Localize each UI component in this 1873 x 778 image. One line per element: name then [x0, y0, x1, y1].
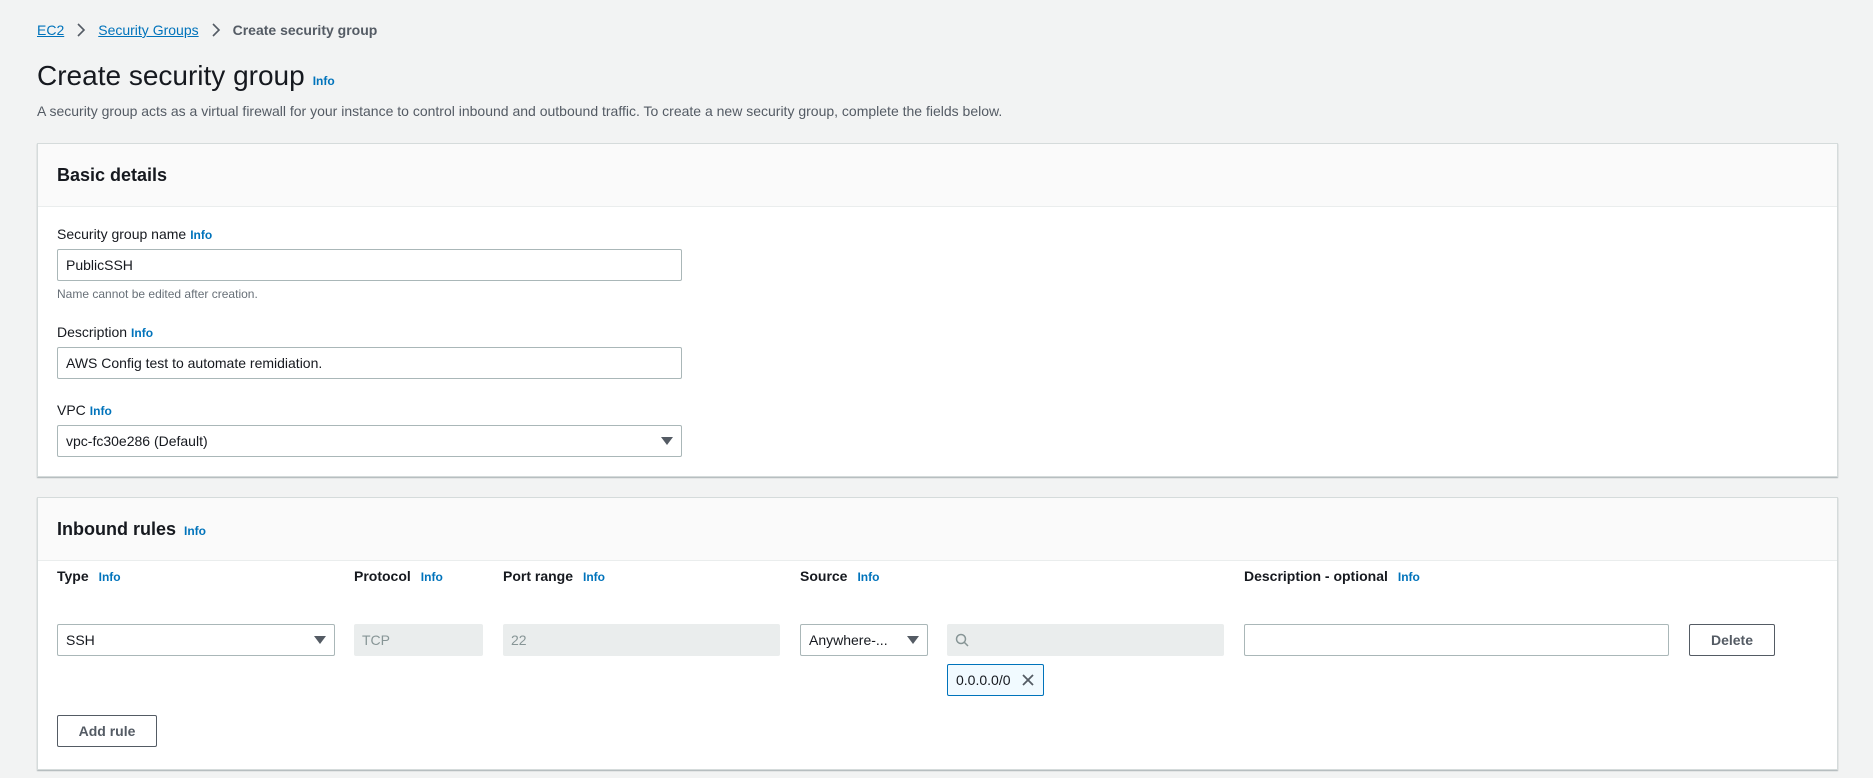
- page-description: A security group acts as a virtual firew…: [37, 103, 1003, 119]
- security-group-name-info-link[interactable]: Info: [190, 228, 212, 242]
- cidr-search-input[interactable]: [947, 624, 1224, 656]
- breadcrumb-ec2[interactable]: EC2: [37, 22, 64, 38]
- breadcrumb-security-groups[interactable]: Security Groups: [98, 22, 198, 38]
- column-header-description: Description - optional Info: [1244, 568, 1420, 584]
- vpc-label: VPC Info: [57, 402, 112, 418]
- column-header-type: Type Info: [57, 568, 121, 584]
- cidr-token: 0.0.0.0/0: [947, 664, 1044, 696]
- inbound-rules-info-link[interactable]: Info: [184, 524, 206, 538]
- basic-details-header: Basic details: [38, 144, 1837, 207]
- vpc-info-link[interactable]: Info: [90, 404, 112, 418]
- column-header-port-range: Port range Info: [503, 568, 605, 584]
- description-label-text: Description: [57, 324, 128, 340]
- column-header-protocol: Protocol Info: [354, 568, 443, 584]
- basic-details-heading: Basic details: [57, 164, 168, 185]
- rule-port-range-input: 22: [503, 624, 780, 656]
- security-group-name-label-text: Security group name: [57, 226, 187, 242]
- rule-source-value: Anywhere-...: [809, 632, 888, 648]
- cidr-token-value: 0.0.0.0/0: [956, 672, 1011, 688]
- security-group-name-label: Security group name Info: [57, 226, 212, 242]
- rule-port-range-value: 22: [511, 632, 527, 648]
- type-info-link[interactable]: Info: [99, 570, 121, 584]
- column-header-protocol-text: Protocol: [354, 568, 411, 584]
- vpc-select[interactable]: vpc-fc30e286 (Default): [57, 425, 682, 457]
- rule-description-input[interactable]: [1244, 624, 1669, 656]
- page: EC2 Security Groups Create security grou…: [0, 0, 1873, 778]
- rule-description-info-link[interactable]: Info: [1398, 570, 1420, 584]
- column-header-source: Source Info: [800, 568, 879, 584]
- chevron-right-icon: [211, 23, 221, 37]
- delete-rule-button[interactable]: Delete: [1689, 624, 1775, 656]
- security-group-name-hint: Name cannot be edited after creation.: [57, 287, 258, 301]
- security-group-name-input[interactable]: PublicSSH: [57, 249, 682, 281]
- description-input[interactable]: AWS Config test to automate remidiation.: [57, 347, 682, 379]
- description-label: Description Info: [57, 324, 153, 340]
- source-info-link[interactable]: Info: [857, 570, 879, 584]
- inbound-rules-heading: Inbound rules: [57, 518, 176, 539]
- caret-down-icon: [907, 636, 919, 644]
- close-icon[interactable]: [1021, 673, 1035, 687]
- column-header-port-range-text: Port range: [503, 568, 574, 584]
- description-value: AWS Config test to automate remidiation.: [66, 355, 323, 371]
- protocol-info-link[interactable]: Info: [421, 570, 443, 584]
- page-info-link[interactable]: Info: [313, 74, 335, 88]
- rule-protocol-value: TCP: [362, 632, 390, 648]
- vpc-select-value: vpc-fc30e286 (Default): [66, 433, 208, 449]
- basic-details-panel: Basic details Security group name Info P…: [37, 143, 1838, 477]
- rule-source-select[interactable]: Anywhere-...: [800, 624, 928, 656]
- add-rule-button[interactable]: Add rule: [57, 715, 157, 747]
- inbound-rules-panel: Inbound rules Info Type Info Protocol In…: [37, 497, 1838, 770]
- column-header-description-text: Description - optional: [1244, 568, 1388, 584]
- search-icon: [955, 633, 969, 647]
- description-info-link[interactable]: Info: [131, 326, 153, 340]
- page-header: Create security group Info: [37, 60, 335, 92]
- column-header-source-text: Source: [800, 568, 848, 584]
- chevron-right-icon: [76, 23, 86, 37]
- rule-type-value: SSH: [66, 632, 95, 648]
- caret-down-icon: [661, 437, 673, 445]
- breadcrumb: EC2 Security Groups Create security grou…: [37, 20, 377, 40]
- port-range-info-link[interactable]: Info: [583, 570, 605, 584]
- inbound-rules-header: Inbound rules Info: [38, 498, 1837, 561]
- vpc-label-text: VPC: [57, 402, 86, 418]
- security-group-name-value: PublicSSH: [66, 257, 133, 273]
- page-title: Create security group: [37, 60, 305, 91]
- caret-down-icon: [314, 636, 326, 644]
- column-header-type-text: Type: [57, 568, 89, 584]
- rule-protocol-input: TCP: [354, 624, 483, 656]
- breadcrumb-current: Create security group: [232, 22, 378, 38]
- rule-type-select[interactable]: SSH: [57, 624, 335, 656]
